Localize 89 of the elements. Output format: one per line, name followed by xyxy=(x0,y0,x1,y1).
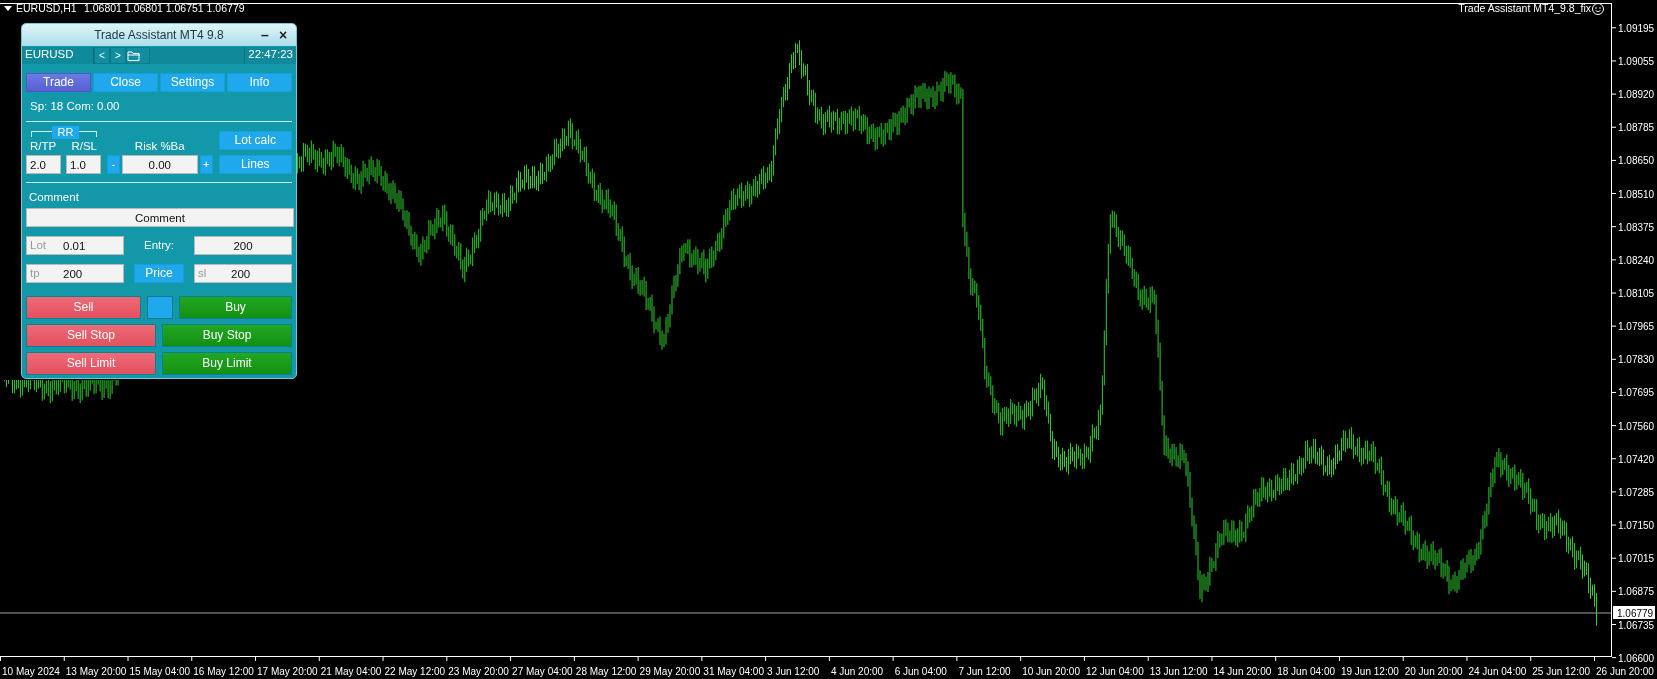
axis-label: 13 Jun 12:00 xyxy=(1149,666,1208,677)
axis-label: 10 May 2024 xyxy=(2,666,60,677)
axis-label: 27 May 04:00 xyxy=(512,666,573,677)
axis-label: 4 Jun 20:00 xyxy=(830,666,884,677)
tab[interactable]: Close xyxy=(93,73,158,92)
axis-label: 23 May 20:00 xyxy=(448,666,509,677)
current-price-label: 1.06779 xyxy=(1613,606,1655,619)
axis-label: 1.07560 xyxy=(1618,420,1655,432)
axis-label: 1.08785 xyxy=(1618,122,1655,134)
decrease-button[interactable]: - xyxy=(107,155,120,174)
lot-calc-button[interactable]: Lot calc xyxy=(218,131,292,150)
axis-label: 1.09195 xyxy=(1618,22,1655,34)
increase-button[interactable]: + xyxy=(199,155,213,174)
axis-label: 1.07285 xyxy=(1618,486,1655,498)
axis-label: 16 May 12:00 xyxy=(193,666,254,677)
axis-label: 1.07150 xyxy=(1618,520,1655,532)
axis-label: 28 May 12:00 xyxy=(575,666,637,677)
axis-label: 1.06875 xyxy=(1618,586,1655,598)
price-button[interactable]: Price xyxy=(134,264,184,283)
axis-label: 20 Jun 20:00 xyxy=(1404,666,1463,677)
axis-label: 18 Jun 04:00 xyxy=(1277,666,1336,677)
axis-label: 1.08510 xyxy=(1618,188,1655,200)
sell-button[interactable]: Sell Stop xyxy=(26,324,156,347)
next-button[interactable]: > xyxy=(110,47,126,64)
reward-sl-field[interactable]: 1.0 xyxy=(66,155,101,174)
field-label: sl xyxy=(198,266,207,280)
axis-label: 12 Jun 04:00 xyxy=(1085,666,1144,677)
clock-time: 22:47:23 xyxy=(244,47,296,64)
dropdown-caret-icon[interactable] xyxy=(4,6,12,11)
open-folder-button[interactable] xyxy=(126,47,150,64)
folder-icon xyxy=(127,50,141,61)
field-label: Comment xyxy=(29,191,80,205)
axis-label: 15 May 04:00 xyxy=(129,666,191,677)
axis-label: 1.08105 xyxy=(1618,288,1655,299)
axis-label: 31 May 04:00 xyxy=(703,666,764,677)
chart-symbol: EURUSD,H1 xyxy=(16,2,77,14)
lines-button[interactable]: Lines xyxy=(218,155,292,174)
field-label: Lot xyxy=(30,238,46,252)
axis-label: 1.08240 xyxy=(1618,254,1655,266)
tab[interactable]: Trade xyxy=(26,73,91,92)
previous-button[interactable]: < xyxy=(94,47,110,64)
entry-field[interactable]: 200 xyxy=(194,236,292,255)
field-label: Entry: xyxy=(143,238,174,253)
axis-label: 21 May 04:00 xyxy=(320,666,382,677)
axis-label: 19 Jun 12:00 xyxy=(1340,666,1399,677)
risk-field[interactable]: 0.00 xyxy=(121,155,198,174)
sell-button[interactable]: Sell Limit xyxy=(26,352,156,375)
axis-label: 1.06600 xyxy=(1618,652,1655,664)
minimize-button[interactable]: – xyxy=(256,28,274,42)
expert-name: Trade Assistant MT4_9.8_fix xyxy=(1458,2,1591,14)
axis-label: 1.06735 xyxy=(1618,619,1655,631)
axis-label: 17 May 20:00 xyxy=(257,666,318,677)
price-quote: 1.06801 1.06801 1.06751 1.06779 xyxy=(84,2,245,14)
axis-label: 13 May 20:00 xyxy=(65,666,127,677)
axis-label: 6 Jun 04:00 xyxy=(894,666,947,677)
tab[interactable]: Info xyxy=(227,73,292,92)
axis-label: 1.08920 xyxy=(1618,89,1655,101)
axis-label: 1.09055 xyxy=(1618,55,1655,67)
axis-label: 1.07965 xyxy=(1618,321,1655,333)
field-label: R/TP xyxy=(30,140,57,153)
comment-field[interactable]: Comment xyxy=(26,208,294,227)
close-button[interactable]: × xyxy=(274,28,292,42)
axis-label: 24 Jun 04:00 xyxy=(1468,666,1527,677)
reward-tp-field[interactable]: 2.0 xyxy=(26,155,61,174)
axis-label: 10 Jun 20:00 xyxy=(1022,666,1080,677)
axis-label: 29 May 20:00 xyxy=(639,666,701,677)
spread-info: Sp: 18 Com: 0.00 xyxy=(30,100,121,114)
panel-title: Trade Assistant MT4 9.8 xyxy=(93,27,225,43)
axis-label: 25 Jun 12:00 xyxy=(1532,666,1591,677)
group-label: RR xyxy=(52,126,79,139)
axis-label: 1.07015 xyxy=(1618,553,1655,565)
buy-button[interactable]: Buy Limit xyxy=(162,352,292,375)
axis-label: 1.07420 xyxy=(1618,453,1655,465)
axis-label: 26 Jun 20:00 xyxy=(1596,666,1654,677)
sell-button[interactable]: Sell xyxy=(26,296,141,319)
axis-label: 1.08375 xyxy=(1618,221,1655,233)
axis-label: 14 Jun 20:00 xyxy=(1213,666,1272,677)
axis-label: 22 May 12:00 xyxy=(384,666,446,677)
buy-button[interactable]: Buy xyxy=(179,296,292,319)
axis-label: 3 Jun 12:00 xyxy=(767,666,820,677)
field-label: tp xyxy=(30,266,40,280)
axis-label: 1.07695 xyxy=(1618,387,1655,399)
axis-label: 7 Jun 12:00 xyxy=(958,666,1011,677)
axis-label: 1.07830 xyxy=(1618,354,1655,366)
field-label: R/SL xyxy=(71,140,97,153)
buy-button[interactable]: Buy Stop xyxy=(162,324,292,347)
tab[interactable]: Settings xyxy=(160,73,225,92)
field-label: Risk %Ba xyxy=(134,140,185,152)
axis-label: 1.08650 xyxy=(1618,155,1655,167)
